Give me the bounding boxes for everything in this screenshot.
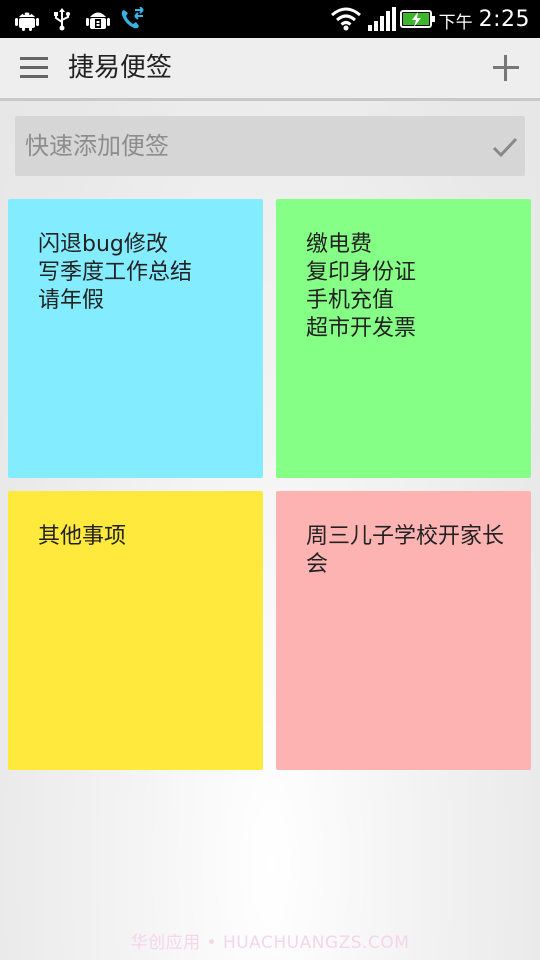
status-time: 2:25	[478, 6, 530, 32]
note-card[interactable]: 其他事项	[8, 491, 263, 770]
watermark: 华创应用 • HUACHUANGZS.COM	[130, 933, 410, 953]
note-line: 请年假	[38, 288, 105, 313]
call-forward-icon	[121, 7, 144, 29]
note-line: 其他事项	[38, 524, 127, 549]
signal-icon	[368, 7, 396, 31]
action-bar: 捷易便签	[0, 38, 540, 101]
note-line: 超市开发票	[306, 316, 417, 341]
note-card[interactable]: 闪退bug修改 写季度工作总结 请年假	[8, 199, 263, 478]
check-icon[interactable]	[491, 133, 519, 161]
note-line: 复印身份证	[306, 260, 417, 285]
status-ampm: 下午	[438, 13, 473, 33]
note-card[interactable]: 缴电费 复印身份证 手机充值 超市开发票	[276, 199, 531, 478]
app-title: 捷易便签	[68, 53, 173, 83]
note-line: 缴电费	[306, 232, 373, 257]
menu-icon[interactable]	[20, 57, 48, 79]
note-line: 周三儿子学校开家长会	[306, 524, 505, 577]
debug-icon	[86, 12, 110, 29]
note-line: 闪退bug修改	[38, 232, 168, 257]
android-icon	[15, 12, 39, 31]
wifi-icon	[331, 7, 361, 31]
usb-icon	[54, 8, 70, 31]
note-card[interactable]: 周三儿子学校开家长会	[276, 491, 531, 770]
status-bar: 下午 2:25	[0, 0, 540, 38]
note-line: 写季度工作总结	[38, 260, 193, 285]
note-line: 手机充值	[306, 288, 395, 313]
battery-charging-icon	[400, 10, 435, 28]
quick-add-input[interactable]	[25, 116, 465, 176]
quick-add-bar	[15, 116, 525, 176]
add-note-icon[interactable]	[492, 54, 520, 82]
